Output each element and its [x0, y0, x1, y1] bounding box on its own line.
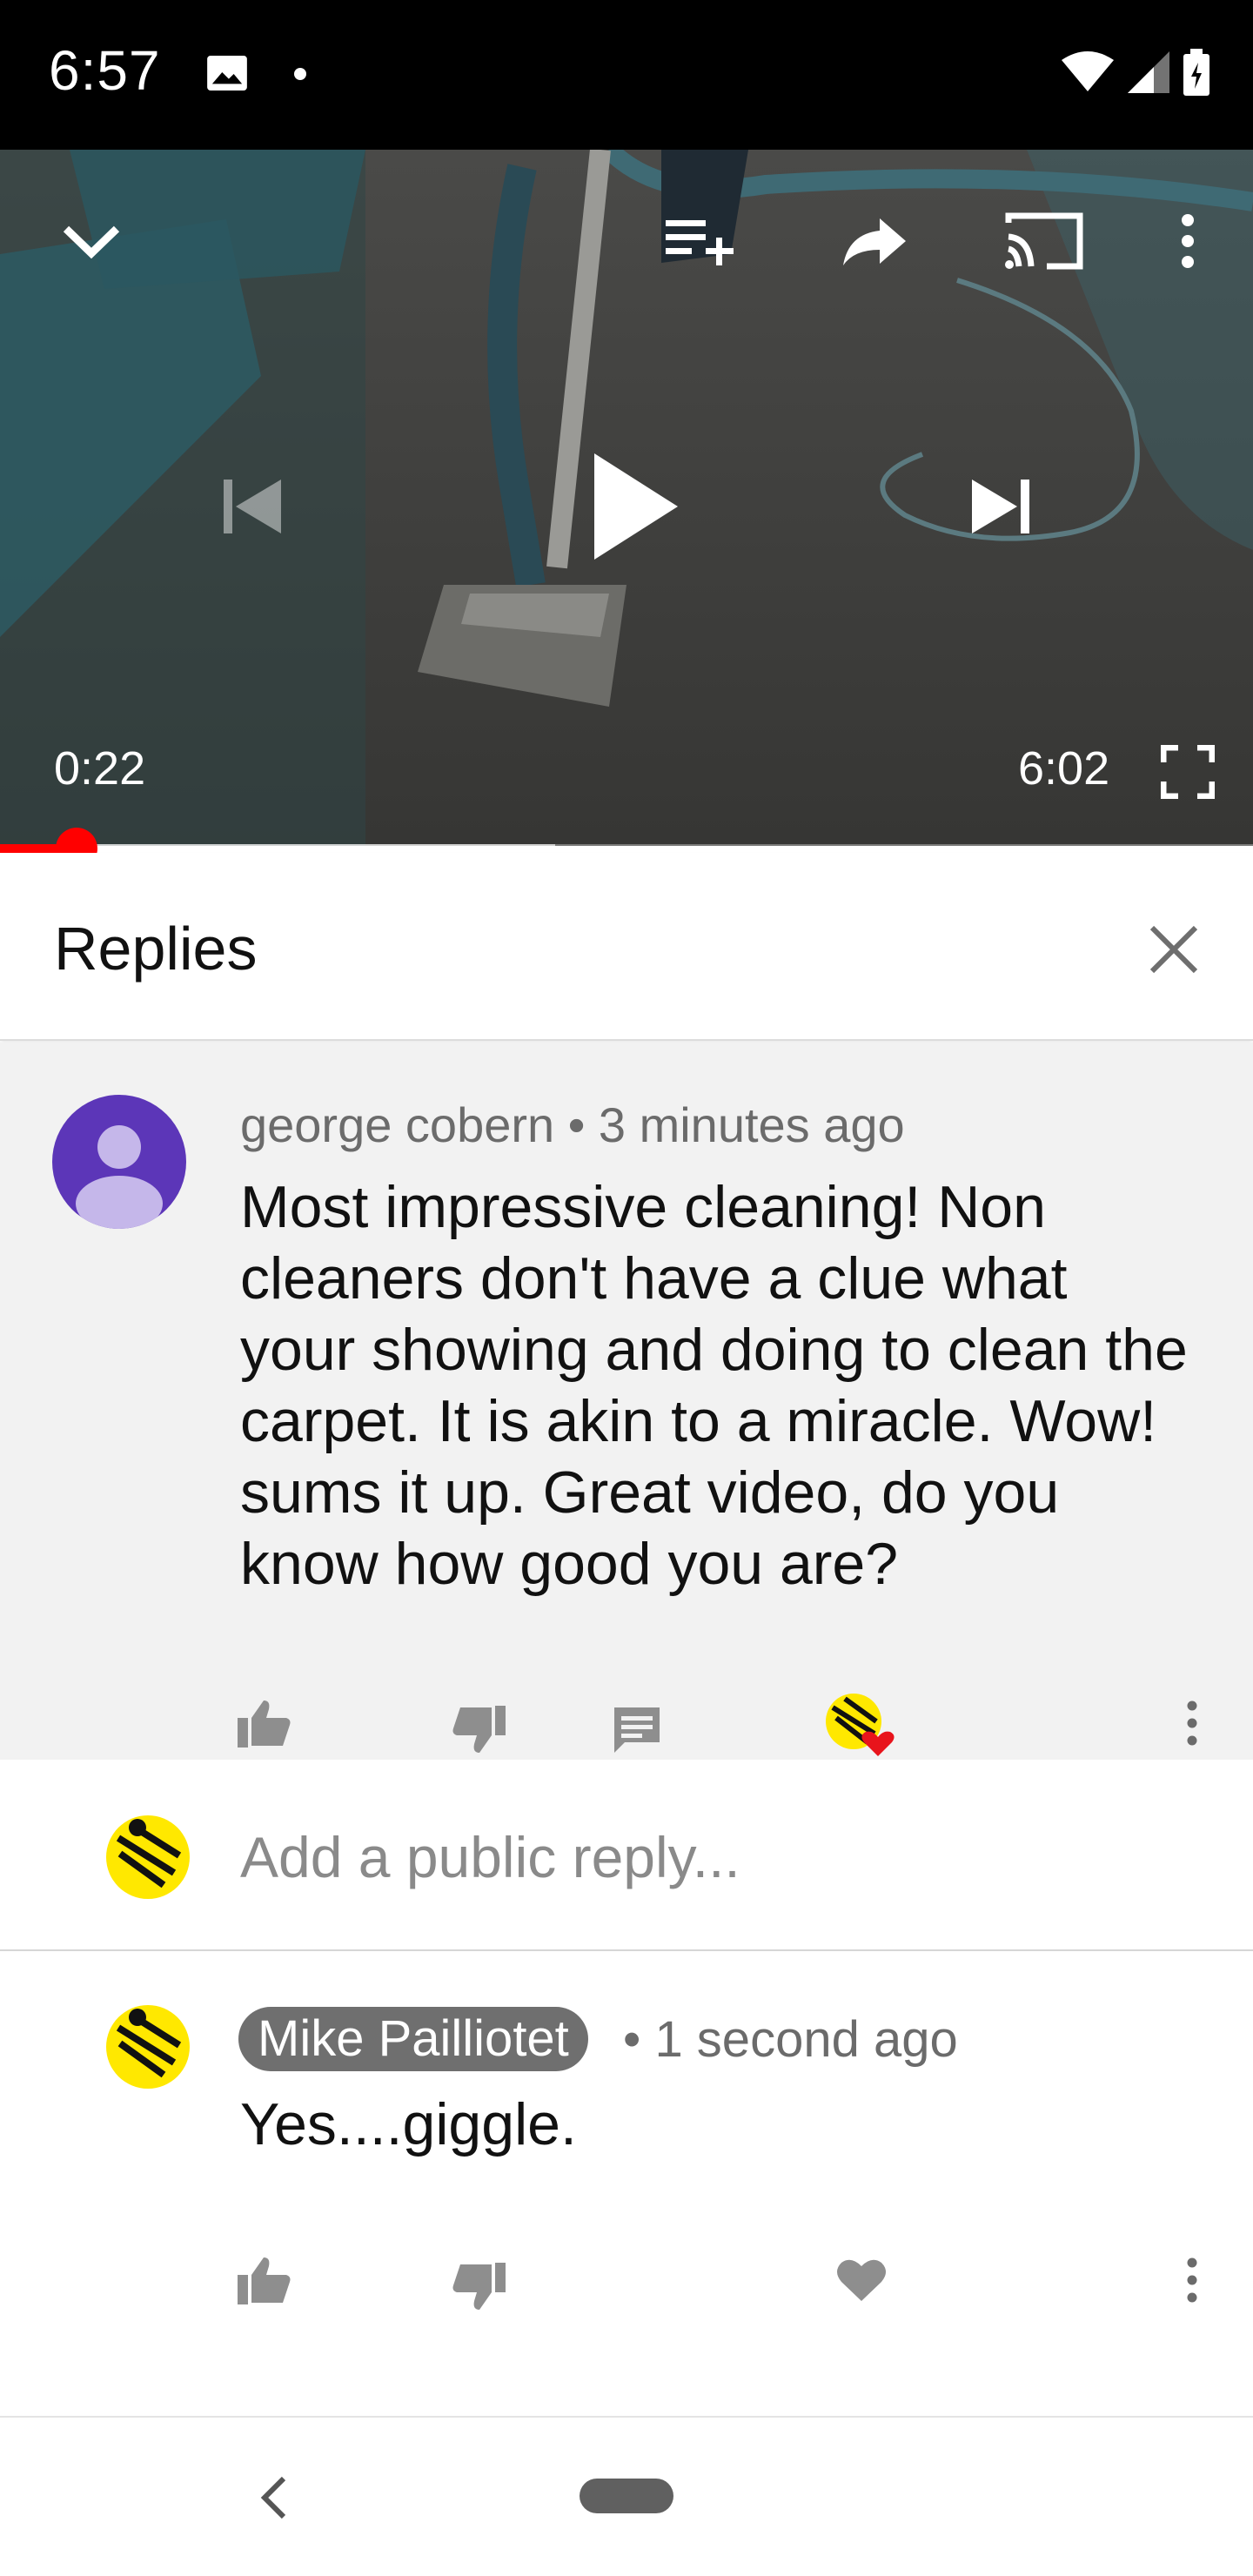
thumbs-down-icon: [452, 2263, 506, 2310]
replies-title: Replies: [54, 915, 258, 983]
more-vertical-icon: [1182, 214, 1194, 268]
dislike-button[interactable]: [444, 2244, 513, 2331]
avatar: [106, 1815, 190, 1899]
heart-icon: [837, 2259, 886, 2301]
previous-button[interactable]: [209, 463, 296, 550]
share-button[interactable]: [831, 202, 918, 280]
meta-separator: •: [567, 1097, 586, 1152]
creator-heart-icon: [826, 1694, 895, 1756]
play-button[interactable]: [574, 437, 696, 576]
notification-dot-icon: [294, 68, 306, 80]
avatar[interactable]: [106, 2005, 190, 2089]
current-time: 0:22: [54, 742, 146, 795]
reply-meta: • 1 second ago: [623, 2010, 958, 2069]
creator-heart-badge: [821, 1681, 900, 1768]
cast-button[interactable]: [1001, 202, 1088, 280]
wifi-icon: [1062, 51, 1114, 91]
back-icon[interactable]: [252, 2463, 296, 2532]
battery-icon: [1183, 49, 1209, 96]
fullscreen-icon: [1161, 745, 1215, 799]
home-button[interactable]: [580, 2479, 673, 2513]
more-options-button[interactable]: [1157, 202, 1218, 280]
more-vertical-icon: [1187, 1701, 1197, 1746]
seek-bar[interactable]: [0, 828, 1253, 869]
image-icon: [207, 56, 247, 91]
heart-button[interactable]: [827, 2237, 896, 2324]
skip-previous-icon: [224, 480, 281, 533]
replies-header: Replies: [0, 853, 1253, 1041]
fullscreen-button[interactable]: [1149, 733, 1227, 811]
system-icons: [1062, 49, 1209, 96]
add-to-queue-icon: [666, 220, 734, 265]
chevron-down-icon: [63, 225, 120, 259]
video-player[interactable]: 0:22 6:02: [0, 150, 1253, 846]
signal-icon: [1128, 51, 1169, 93]
parent-comment: george cobern • 3 minutes ago Most impre…: [0, 1043, 1253, 1760]
collapse-button[interactable]: [52, 202, 131, 280]
person-icon: [76, 1125, 163, 1229]
thumbs-down-icon: [452, 1706, 506, 1753]
system-navigation-bar: [0, 2416, 1253, 2576]
cast-icon: [1005, 212, 1083, 270]
more-vertical-icon: [1187, 2257, 1197, 2303]
meta-separator: •: [623, 2011, 641, 2068]
reply-comment: Mike Pailliotet • 1 second ago Yes....gi…: [0, 1953, 1253, 2414]
channel-logo-icon: [116, 1819, 182, 1888]
comment-text: Yes....giggle.: [240, 2091, 577, 2157]
reply-input-row[interactable]: Add a public reply...: [0, 1760, 1253, 1951]
skip-next-icon: [972, 480, 1029, 533]
thumbs-up-icon: [238, 1701, 291, 1748]
next-button[interactable]: [957, 463, 1044, 550]
comment-author[interactable]: george cobern: [240, 1097, 554, 1152]
comment-icon: [614, 1707, 660, 1753]
duration: 6:02: [1018, 742, 1110, 795]
like-button[interactable]: [230, 1680, 299, 1767]
close-icon[interactable]: [1143, 919, 1204, 980]
channel-logo-icon: [116, 2009, 182, 2078]
comment-text: Most impressive cleaning! Non cleaners d…: [240, 1174, 1188, 1597]
comment-actions: [0, 1680, 1253, 1767]
comment-more-button[interactable]: [1157, 2237, 1227, 2324]
comment-meta: george cobern • 3 minutes ago: [240, 1097, 905, 1153]
comment-time: 3 minutes ago: [598, 1097, 905, 1152]
add-to-queue-button[interactable]: [657, 202, 744, 280]
play-icon: [594, 453, 678, 560]
share-icon: [843, 218, 906, 265]
avatar[interactable]: [52, 1095, 186, 1229]
comment-time: 1 second ago: [654, 2011, 958, 2068]
status-time: 6:57: [49, 39, 161, 102]
comment-actions: [0, 2237, 1253, 2324]
thumbs-up-icon: [238, 2257, 291, 2304]
reply-input[interactable]: Add a public reply...: [240, 1824, 740, 1890]
comment-more-button[interactable]: [1157, 1680, 1227, 1767]
status-bar: 6:57: [0, 0, 1253, 150]
like-button[interactable]: [230, 2237, 299, 2324]
author-chip[interactable]: Mike Pailliotet: [238, 2007, 588, 2071]
